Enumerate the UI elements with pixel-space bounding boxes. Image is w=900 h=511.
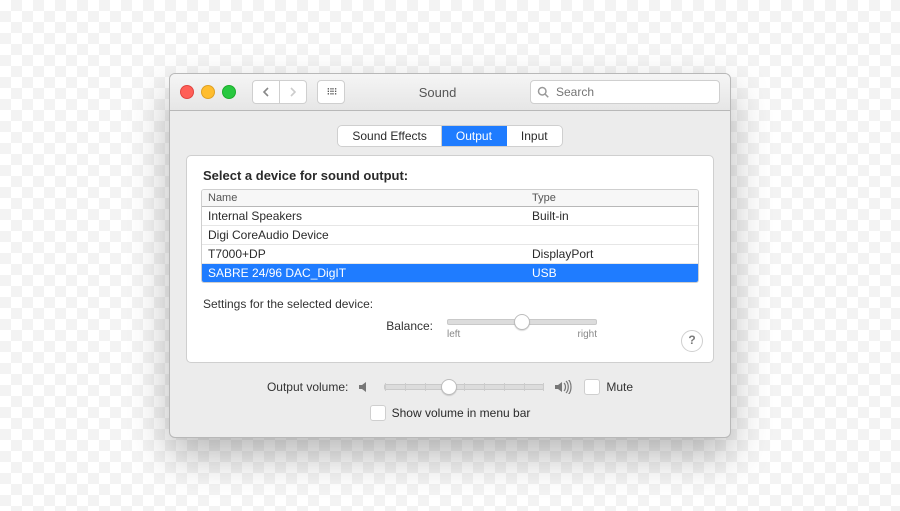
balance-label: Balance:	[303, 319, 433, 333]
forward-button[interactable]	[280, 80, 307, 104]
window-toolbar: ⠿⠿ Sound	[170, 74, 730, 111]
table-row[interactable]: Digi CoreAudio Device	[202, 226, 698, 245]
show-volume-menubar-checkbox[interactable]: Show volume in menu bar	[186, 405, 714, 421]
balance-row: Balance: left right	[201, 319, 699, 340]
volume-knob[interactable]	[441, 379, 457, 395]
device-name: SABRE 24/96 DAC_DigIT	[202, 264, 526, 282]
checkbox-icon[interactable]	[370, 405, 386, 421]
speaker-low-icon	[358, 380, 374, 394]
window-title: Sound	[355, 85, 520, 100]
device-name: T7000+DP	[202, 245, 526, 263]
sound-preferences-window: ⠿⠿ Sound Sound Effects Output Input Sele…	[169, 73, 731, 438]
output-panel: Select a device for sound output: Name T…	[186, 155, 714, 363]
balance-left-label: left	[447, 329, 460, 340]
grid-icon: ⠿⠿	[326, 90, 335, 94]
balance-knob[interactable]	[514, 314, 530, 330]
checkbox-icon[interactable]	[584, 379, 600, 395]
speaker-high-icon	[554, 380, 574, 394]
device-name: Internal Speakers	[202, 207, 526, 225]
help-button[interactable]: ?	[681, 330, 703, 352]
window-controls	[180, 85, 236, 99]
table-row[interactable]: T7000+DP DisplayPort	[202, 245, 698, 264]
output-volume-slider[interactable]	[384, 384, 544, 390]
zoom-icon[interactable]	[222, 85, 236, 99]
minimize-icon[interactable]	[201, 85, 215, 99]
nav-back-forward	[252, 80, 307, 104]
tab-input[interactable]: Input	[507, 126, 562, 146]
search-field[interactable]	[530, 80, 720, 104]
panel-heading: Select a device for sound output:	[203, 168, 699, 183]
table-header: Name Type	[202, 190, 698, 207]
table-row[interactable]: SABRE 24/96 DAC_DigIT USB	[202, 264, 698, 282]
settings-label: Settings for the selected device:	[203, 297, 699, 311]
show-volume-label: Show volume in menu bar	[392, 406, 531, 420]
tab-row: Sound Effects Output Input	[170, 111, 730, 155]
segmented-tabs: Sound Effects Output Input	[337, 125, 562, 147]
search-icon	[537, 86, 549, 98]
mute-checkbox[interactable]: Mute	[584, 379, 633, 395]
table-row[interactable]: Internal Speakers Built-in	[202, 207, 698, 226]
device-type	[526, 226, 698, 244]
search-input[interactable]	[554, 84, 713, 100]
device-type: USB	[526, 264, 698, 282]
mute-label: Mute	[606, 380, 633, 394]
tab-sound-effects[interactable]: Sound Effects	[338, 126, 442, 146]
device-table: Name Type Internal Speakers Built-in Dig…	[201, 189, 699, 283]
balance-right-label: right	[578, 329, 597, 340]
output-volume-label: Output volume:	[267, 380, 348, 394]
show-all-button[interactable]: ⠿⠿	[317, 80, 345, 104]
output-volume-row: Output volume:	[186, 379, 714, 395]
tab-output[interactable]: Output	[442, 126, 507, 146]
column-name[interactable]: Name	[202, 190, 526, 206]
balance-slider[interactable]: left right	[447, 319, 597, 340]
column-type[interactable]: Type	[526, 190, 698, 206]
footer: Output volume:	[170, 373, 730, 437]
back-button[interactable]	[252, 80, 280, 104]
device-type: Built-in	[526, 207, 698, 225]
device-type: DisplayPort	[526, 245, 698, 263]
chevron-right-icon	[289, 87, 297, 97]
close-icon[interactable]	[180, 85, 194, 99]
chevron-left-icon	[262, 87, 270, 97]
device-name: Digi CoreAudio Device	[202, 226, 526, 244]
